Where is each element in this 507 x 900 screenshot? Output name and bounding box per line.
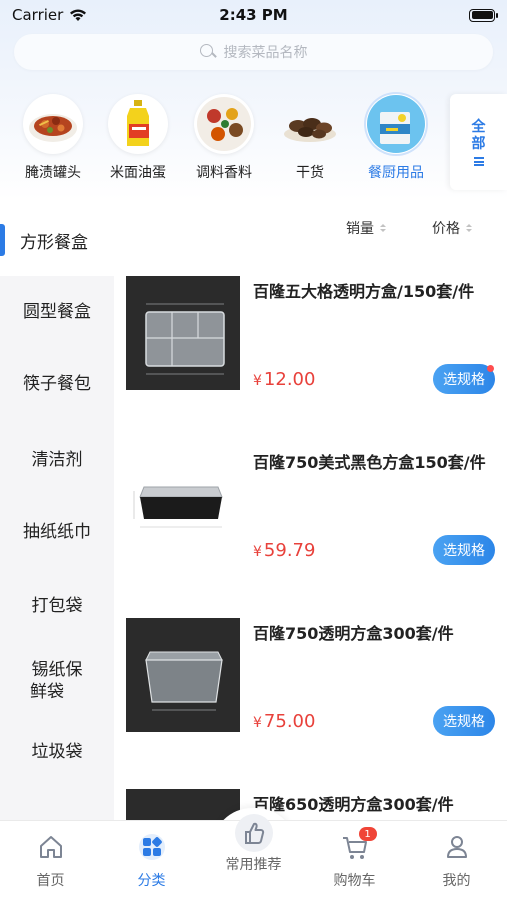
product-title: 百隆650透明方盒300套/件 (253, 795, 454, 814)
home-icon (39, 836, 62, 858)
category-label: 腌渍罐头 (25, 165, 81, 181)
sort-price-label: 价格 (432, 221, 460, 237)
thumbs-up-icon (234, 814, 273, 852)
cart-icon: 1 (341, 827, 377, 861)
product-card[interactable]: 百隆750透明方盒300套/件 ¥75.00 选规格 (114, 618, 507, 788)
product-price: ¥59.79 (253, 540, 316, 561)
search-placeholder: 搜索菜品名称 (223, 45, 308, 61)
all-label-2: 部 (471, 135, 486, 152)
tab-cart[interactable]: 1 购物车 (304, 821, 405, 900)
sidebar-item-trash-bag[interactable]: 垃圾袋 (0, 716, 114, 788)
pickled-food-icon (23, 94, 83, 154)
sidebar-item-bags[interactable]: 打包袋 (0, 570, 114, 642)
all-label-1: 全 (471, 118, 486, 135)
sort-bar: 销量 价格 (114, 204, 507, 252)
select-spec-button[interactable]: 选规格 (433, 706, 495, 736)
status-bar: Carrier 2:43 PM (0, 0, 507, 30)
sidebar-item-square-box[interactable]: 方形餐盒 (0, 204, 114, 276)
product-card[interactable]: 百隆五大格透明方盒/150套/件 ¥12.00 选规格 (114, 276, 507, 446)
sidebar-item-label: 鲜袋 (30, 682, 64, 702)
select-spec-label: 选规格 (443, 543, 485, 559)
oil-bottle-icon (108, 94, 168, 154)
cart-badge: 1 (358, 827, 377, 841)
sort-by-sales[interactable]: 销量 (346, 218, 386, 238)
tab-profile[interactable]: 我的 (406, 821, 507, 900)
battery-icon (469, 8, 498, 22)
status-time: 2:43 PM (219, 6, 288, 24)
category-pickled[interactable]: 腌渍罐头 (12, 94, 94, 182)
select-spec-label: 选规格 (443, 372, 485, 388)
sidebar-item-label: 圆型餐盒 (23, 302, 91, 322)
sort-arrows-icon (466, 224, 472, 232)
sidebar-item-foil-bag[interactable]: 锡纸保 鲜袋 (0, 642, 114, 720)
category-kitchen[interactable]: 餐厨用品 (355, 94, 437, 182)
sidebar-item-label: 筷子餐包 (23, 374, 91, 394)
sidebar-item-label: 方形餐盒 (20, 232, 88, 253)
select-spec-button[interactable]: 选规格 (433, 535, 495, 565)
category-label: 餐厨用品 (368, 165, 424, 181)
product-image (126, 276, 240, 390)
profile-icon (446, 836, 467, 858)
notification-dot (487, 365, 494, 372)
category-carousel: 腌渍罐头 米面油蛋 调料香料 干货 餐厨用品 (0, 94, 450, 190)
search-input[interactable]: 搜索菜品名称 (14, 34, 493, 70)
tab-bar: 首页 分类 常用推荐 1 购物车 我的 (0, 814, 507, 900)
sidebar-item-label: 锡纸保 (31, 660, 83, 680)
product-title: 百隆750美式黑色方盒150套/件 (253, 453, 486, 472)
category-sidebar: 方形餐盒 圆型餐盒 筷子餐包 清洁剂 抽纸纸巾 打包袋 锡纸保 鲜袋 垃圾袋 (0, 204, 114, 820)
tab-label: 常用推荐 (225, 857, 282, 873)
sort-sales-label: 销量 (346, 221, 374, 237)
menu-icon (473, 156, 484, 166)
dried-goods-icon (280, 94, 340, 154)
tab-label: 首页 (36, 873, 65, 889)
select-spec-label: 选规格 (443, 714, 485, 730)
select-spec-button[interactable]: 选规格 (433, 364, 495, 394)
category-grain-oil[interactable]: 米面油蛋 (97, 94, 179, 182)
product-price: ¥12.00 (253, 369, 316, 390)
sidebar-item-round-box[interactable]: 圆型餐盒 (0, 276, 114, 348)
tab-recommend[interactable]: 常用推荐 (203, 814, 304, 900)
tab-label: 购物车 (333, 873, 376, 889)
product-card[interactable]: 百隆650透明方盒300套/件 (114, 789, 507, 820)
sidebar-item-label: 抽纸纸巾 (23, 522, 91, 542)
all-categories-button[interactable]: 全 部 (450, 94, 507, 190)
kitchen-supplies-icon (366, 94, 426, 154)
category-label: 干货 (296, 165, 324, 181)
category-dried-goods[interactable]: 干货 (269, 94, 351, 182)
product-image (126, 447, 240, 561)
category-icon (138, 834, 165, 860)
category-label: 调料香料 (196, 165, 252, 181)
spices-icon (194, 94, 254, 154)
tab-label: 我的 (442, 873, 471, 889)
sidebar-item-label: 打包袋 (31, 596, 83, 616)
product-image (126, 618, 240, 732)
tab-home[interactable]: 首页 (0, 821, 101, 900)
sidebar-item-chopsticks[interactable]: 筷子餐包 (0, 348, 114, 420)
sidebar-item-label: 垃圾袋 (31, 742, 83, 762)
sidebar-item-label: 清洁剂 (31, 450, 83, 470)
sidebar-item-detergent[interactable]: 清洁剂 (0, 424, 114, 496)
category-label: 米面油蛋 (110, 165, 166, 181)
sort-arrows-icon (380, 224, 386, 232)
product-card[interactable]: 百隆750美式黑色方盒150套/件 ¥59.79 选规格 (114, 447, 507, 617)
search-icon (199, 44, 216, 60)
product-title: 百隆750透明方盒300套/件 (253, 624, 454, 643)
tab-category[interactable]: 分类 (101, 821, 202, 900)
sort-by-price[interactable]: 价格 (432, 218, 472, 238)
sidebar-item-tissue[interactable]: 抽纸纸巾 (0, 496, 114, 568)
tab-label: 分类 (137, 873, 166, 889)
product-title: 百隆五大格透明方盒/150套/件 (253, 282, 475, 301)
product-image (126, 789, 240, 820)
product-price: ¥75.00 (253, 711, 316, 732)
category-spices[interactable]: 调料香料 (183, 94, 265, 182)
